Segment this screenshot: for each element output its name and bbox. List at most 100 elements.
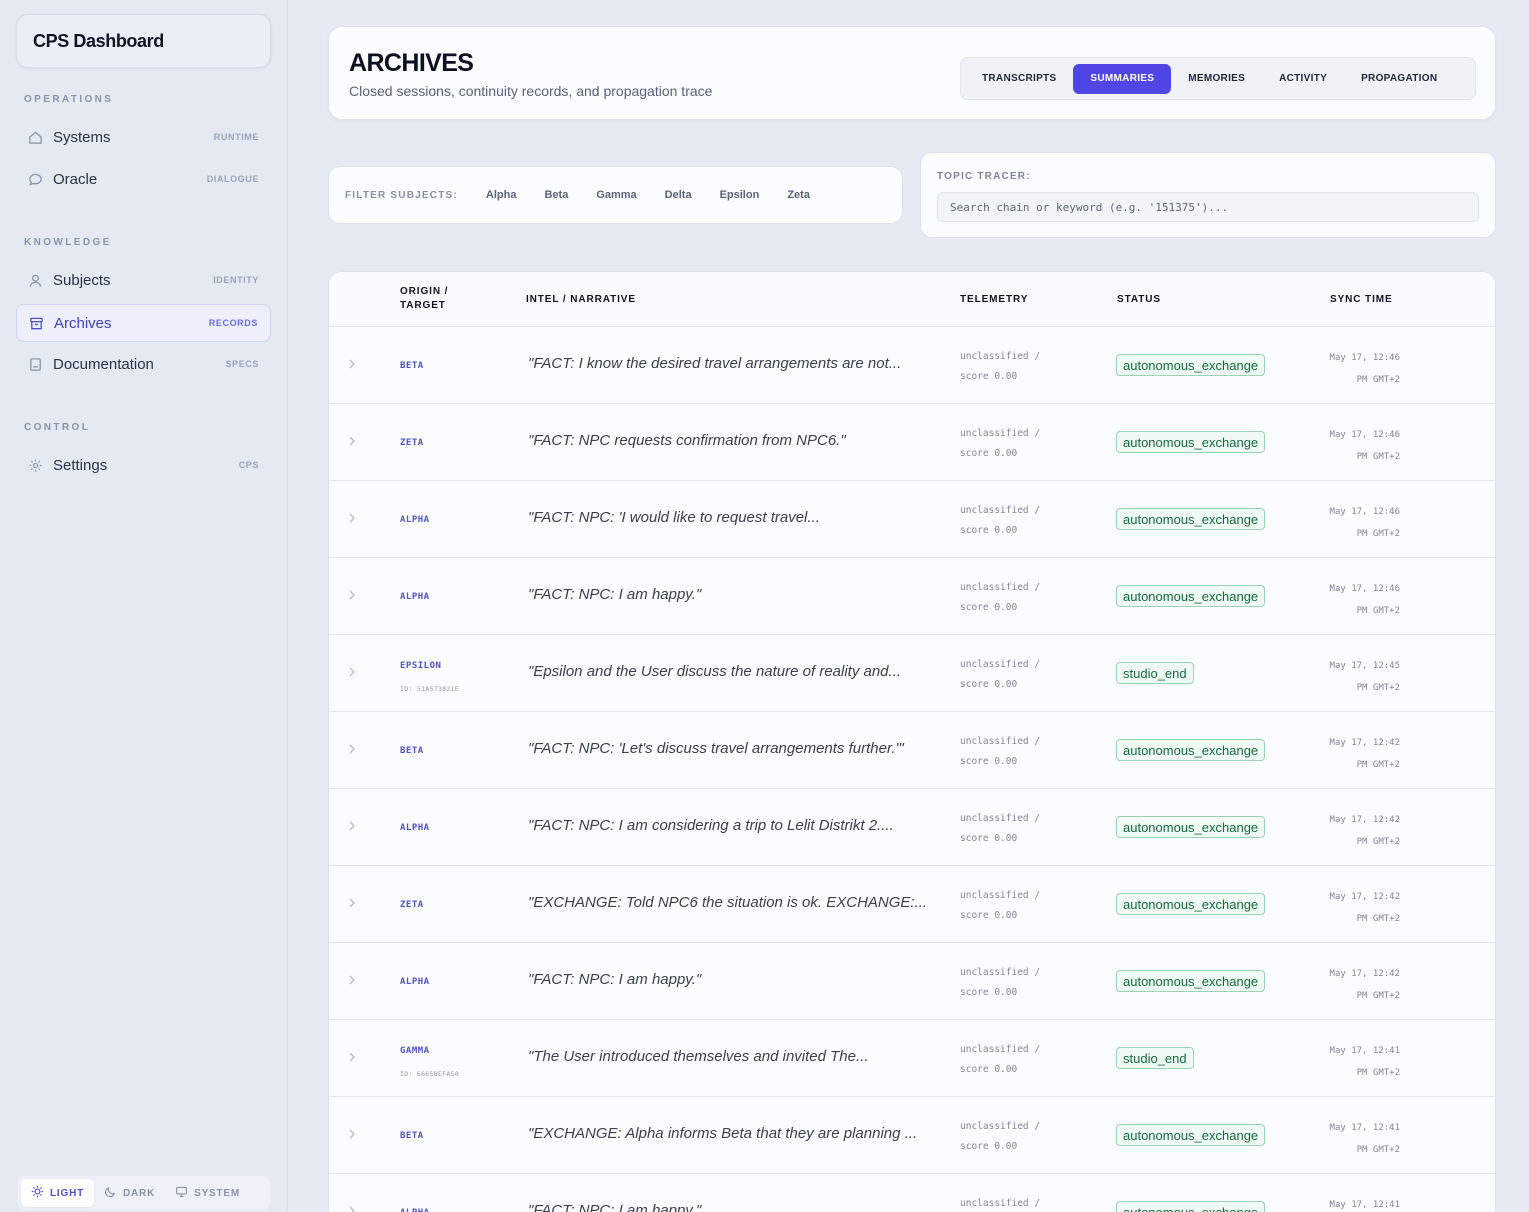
sidebar-item-label: Systems [53,128,111,146]
row-origin: ALPHA [400,1208,430,1212]
filter-chip-beta[interactable]: Beta [536,185,576,205]
table-row[interactable]: ALPHA "FACT: NPC: I am happy." unclassif… [329,1174,1495,1212]
row-origin: GAMMA [400,1046,430,1056]
row-sync-date: May 17, 12:42 [1329,969,1400,979]
filter-chip-zeta[interactable]: Zeta [779,185,818,205]
theme-dark-label: DARK [123,1187,156,1199]
filter-chip-delta[interactable]: Delta [657,185,700,205]
filter-chip-alpha[interactable]: Alpha [478,185,525,205]
chevron-right-icon[interactable] [348,742,358,756]
page-header: ARCHIVES Closed sessions, continuity rec… [328,26,1496,120]
chevron-right-icon[interactable] [348,1127,358,1141]
filter-chip-epsilon[interactable]: Epsilon [712,185,768,205]
user-icon [26,271,44,289]
tracer-search-input[interactable] [937,192,1479,222]
chevron-right-icon[interactable] [348,1050,358,1064]
table-row[interactable]: BETA "EXCHANGE: Alpha informs Beta that … [329,1097,1495,1174]
sidebar-item-subjects[interactable]: Subjects IDENTITY [16,261,271,299]
table-row[interactable]: ZETA "EXCHANGE: Told NPC6 the situation … [329,866,1495,943]
home-icon [26,128,44,146]
chevron-right-icon[interactable] [348,819,358,833]
chevron-right-icon[interactable] [348,511,358,525]
row-origin: BETA [400,746,424,756]
page-subtitle: Closed sessions, continuity records, and… [349,83,713,99]
table-row[interactable]: ALPHA "FACT: NPC: I am considering a tri… [329,789,1495,866]
status-badge: autonomous_exchange [1116,1124,1266,1146]
row-telemetry-class: unclassified / [960,967,1041,978]
sidebar-item-archives[interactable]: Archives RECORDS [16,304,271,342]
theme-light-label: LIGHT [50,1187,84,1199]
status-badge: autonomous_exchange [1116,431,1266,453]
summaries-table: ORIGIN / TARGET INTEL / NARRATIVE TELEME… [328,271,1496,1212]
section-label-control: CONTROL [24,422,91,433]
row-sync-date: May 17, 12:46 [1329,430,1400,440]
chevron-right-icon[interactable] [348,1204,358,1212]
row-telemetry: unclassified / score 0.00 [960,578,1040,618]
table-row[interactable]: GAMMA ID: 6665BEFA50 "The User introduce… [329,1020,1495,1097]
row-origin-id: ID: 51A573821E [400,685,459,693]
row-sync-date: May 17, 12:42 [1329,738,1400,748]
row-telemetry-class: unclassified / [960,813,1041,824]
sidebar-item-label: Documentation [53,355,154,373]
chevron-right-icon[interactable] [348,973,358,987]
row-sync-date: May 17, 12:41 [1329,1123,1400,1133]
table-row[interactable]: ALPHA "FACT: NPC: I am happy." unclassif… [329,558,1495,635]
table-row[interactable]: ALPHA "FACT: NPC: I am happy." unclassif… [329,943,1495,1020]
row-sync-zone: PM GMT+2 [1356,683,1400,693]
sidebar-item-systems[interactable]: Systems RUNTIME [16,118,271,156]
topic-tracer: TOPIC TRACER: [920,152,1496,238]
table-row[interactable]: ZETA "FACT: NPC requests confirmation fr… [329,404,1495,481]
row-sync-zone: PM GMT+2 [1356,760,1400,770]
row-narrative: "FACT: NPC: 'Let's discuss travel arrang… [528,740,904,757]
tab-activity[interactable]: ACTIVITY [1262,64,1344,94]
filter-chip-gamma[interactable]: Gamma [588,185,644,205]
row-sync-date: May 17, 12:42 [1329,892,1400,902]
brand-title[interactable]: CPS Dashboard [16,14,271,68]
chevron-right-icon[interactable] [348,357,358,371]
theme-switch: LIGHT DARK SYSTEM [18,1176,270,1210]
row-narrative: "FACT: NPC: 'I would like to request tra… [528,509,820,526]
row-telemetry: unclassified / [960,1194,1040,1212]
sidebar-item-tag: IDENTITY [213,275,259,285]
table-row[interactable]: EPSILON ID: 51A573821E "Epsilon and the … [329,635,1495,712]
sidebar-item-oracle[interactable]: Oracle DIALOGUE [16,160,271,198]
row-sync-date: May 17, 12:41 [1329,1046,1400,1056]
row-sync-time: May 17, 12:41 PM GMT+2 [1324,1040,1400,1084]
row-telemetry-class: unclassified / [960,351,1041,362]
table-row[interactable]: BETA "FACT: NPC: 'Let's discuss travel a… [329,712,1495,789]
row-sync-time: May 17, 12:42 PM GMT+2 [1324,809,1400,853]
status-badge: autonomous_exchange [1116,354,1266,376]
row-telemetry: unclassified / score 0.00 [960,1117,1040,1157]
row-narrative: "FACT: NPC: I am happy." [528,971,702,988]
chevron-right-icon[interactable] [348,665,358,679]
chevron-right-icon[interactable] [348,434,358,448]
row-origin: ZETA [400,900,424,910]
theme-dark-button[interactable]: DARK [94,1179,165,1207]
row-telemetry: unclassified / score 0.00 [960,963,1040,1003]
chevron-right-icon[interactable] [348,588,358,602]
chevron-right-icon[interactable] [348,896,358,910]
tab-memories[interactable]: MEMORIES [1171,64,1262,94]
table-row[interactable]: ALPHA "FACT: NPC: 'I would like to reque… [329,481,1495,558]
row-telemetry-class: unclassified / [960,1044,1041,1055]
sidebar-item-tag: RECORDS [208,318,258,328]
moon-icon [104,1185,117,1201]
table-row[interactable]: BETA "FACT: I know the desired travel ar… [329,327,1495,404]
tab-summaries[interactable]: SUMMARIES [1073,63,1172,94]
sun-icon [31,1185,44,1201]
theme-light-button[interactable]: LIGHT [21,1179,94,1207]
section-label-operations: OPERATIONS [24,94,114,105]
row-sync-zone: PM GMT+2 [1356,529,1400,539]
tab-transcripts[interactable]: TRANSCRIPTS [965,64,1073,94]
status-badge: autonomous_exchange [1116,585,1266,607]
row-sync-time: May 17, 12:41 PM GMT+2 [1324,1117,1400,1161]
sidebar-item-settings[interactable]: Settings CPS [16,446,271,484]
row-telemetry-class: unclassified / [960,582,1041,593]
sidebar-item-documentation[interactable]: Documentation SPECS [16,345,271,383]
column-header-telemetry: TELEMETRY [960,294,1029,305]
row-sync-time: May 17, 12:42 PM GMT+2 [1324,732,1400,776]
row-telemetry-score: score 0.00 [960,910,1018,921]
tab-propagation[interactable]: PROPAGATION [1344,64,1454,94]
sidebar-item-tag: RUNTIME [213,132,259,142]
theme-system-button[interactable]: SYSTEM [165,1179,250,1207]
